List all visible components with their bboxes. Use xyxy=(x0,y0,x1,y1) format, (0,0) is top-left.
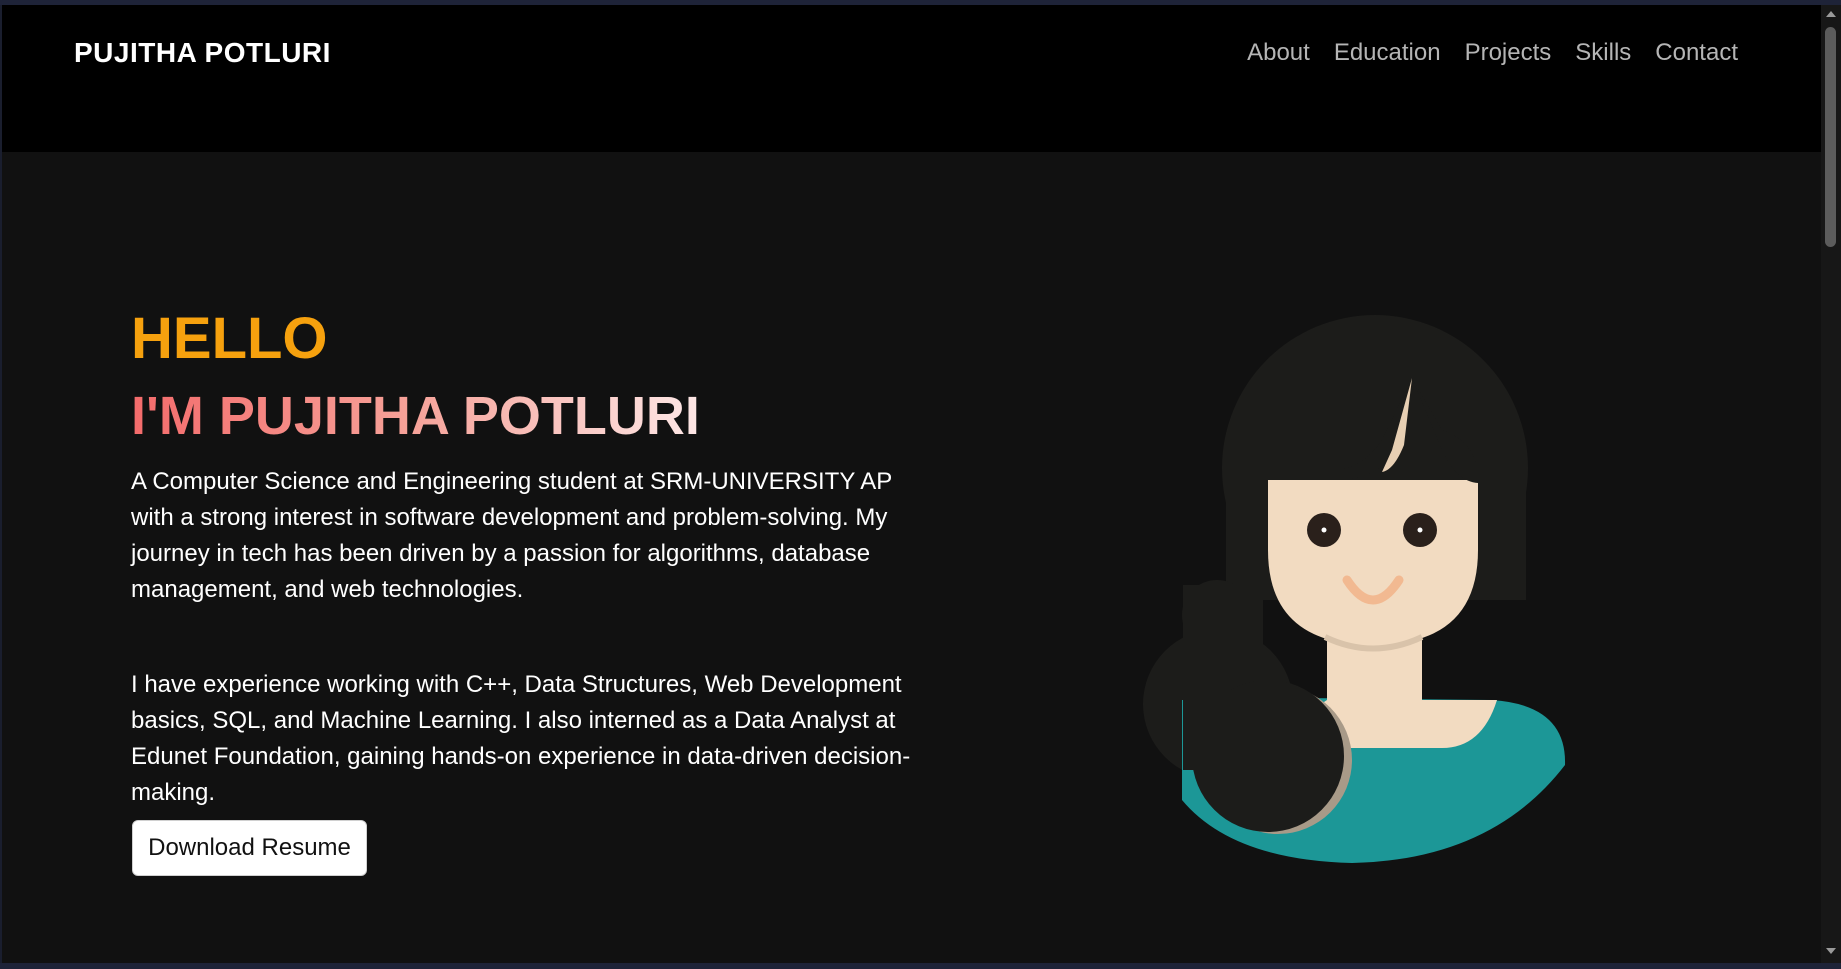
window-frame-bottom xyxy=(0,963,1841,969)
hero-intro-paragraph: A Computer Science and Engineering stude… xyxy=(131,468,892,603)
hero-experience-paragraph: I have experience working with C++, Data… xyxy=(131,671,911,806)
hero-section: HELLO I'M PUJITHA POTLURI A Computer Sci… xyxy=(2,152,1821,963)
hero-name-heading: I'M PUJITHA POTLURI xyxy=(131,386,700,446)
hero-greeting: HELLO xyxy=(131,306,328,371)
download-resume-button[interactable]: Download Resume xyxy=(132,820,367,876)
scrollbar-thumb[interactable] xyxy=(1825,27,1836,247)
nav-link-education[interactable]: Education xyxy=(1334,39,1441,67)
nav-links: About Education Projects Skills Contact xyxy=(1247,39,1738,67)
navbar: PUJITHA POTLURI About Education Projects… xyxy=(2,5,1821,152)
page-viewport: PUJITHA POTLURI About Education Projects… xyxy=(2,5,1821,963)
brand-logo[interactable]: PUJITHA POTLURI xyxy=(74,37,331,69)
nav-link-contact[interactable]: Contact xyxy=(1655,39,1738,67)
girl-avatar-icon xyxy=(1143,315,1566,863)
scrollbar[interactable] xyxy=(1821,5,1841,963)
scroll-up-arrow-icon[interactable] xyxy=(1826,11,1836,17)
nav-link-skills[interactable]: Skills xyxy=(1575,39,1631,67)
nav-link-about[interactable]: About xyxy=(1247,39,1310,67)
nav-link-projects[interactable]: Projects xyxy=(1465,39,1552,67)
scroll-down-arrow-icon[interactable] xyxy=(1826,948,1836,954)
